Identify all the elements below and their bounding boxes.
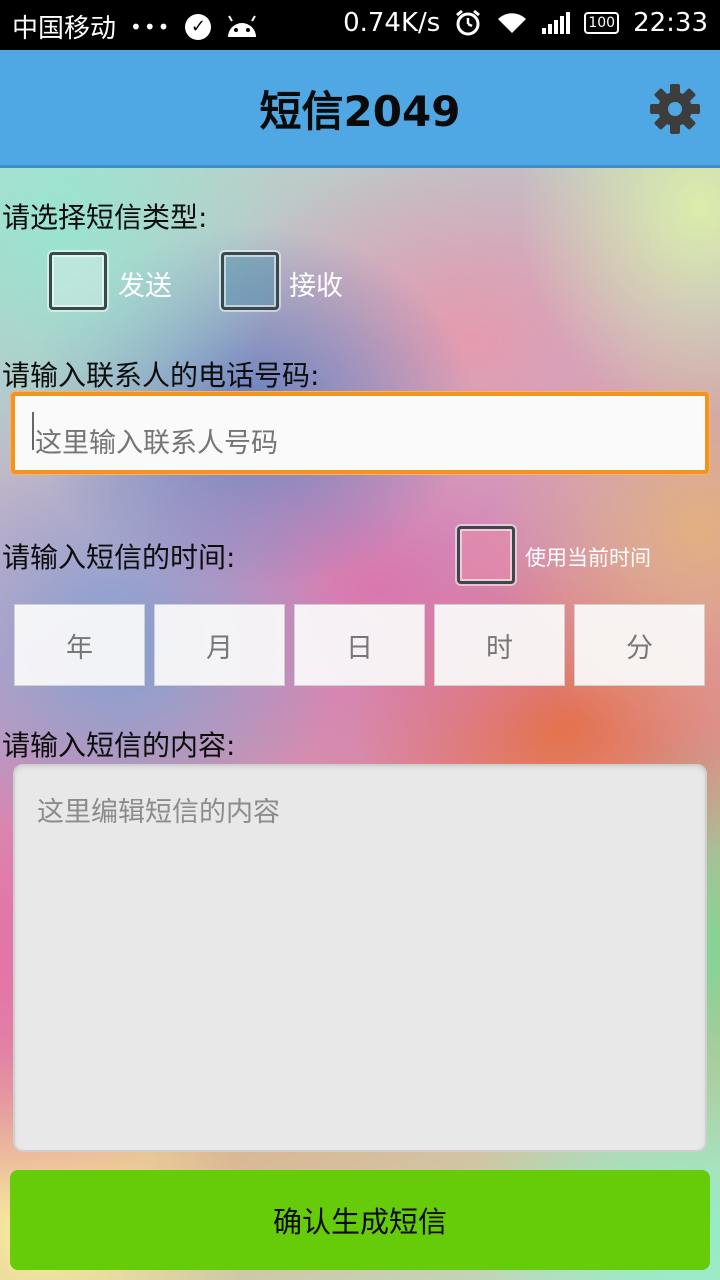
minute-field[interactable]: 分	[574, 604, 705, 686]
receive-label: 接收	[289, 271, 343, 302]
year-field[interactable]: 年	[14, 604, 145, 686]
phone-label: 请输入联系人的电话号码:	[2, 359, 320, 392]
receive-checkbox[interactable]	[221, 252, 279, 310]
gear-icon	[650, 84, 700, 134]
text-cursor	[32, 412, 34, 450]
notification-dots: •••	[130, 14, 172, 39]
phone-input[interactable]	[11, 392, 709, 474]
content-label: 请输入短信的内容:	[2, 729, 236, 762]
carrier-name: 中国移动	[12, 14, 117, 44]
settings-button[interactable]	[648, 82, 702, 136]
network-speed: 0.74K/s	[343, 8, 441, 38]
content-placeholder: 这里编辑短信的内容	[37, 797, 280, 828]
month-field[interactable]: 月	[154, 604, 285, 686]
app-bar: 短信2049	[0, 50, 720, 168]
generate-sms-button[interactable]: 确认生成短信	[10, 1170, 710, 1270]
hour-field[interactable]: 时	[434, 604, 565, 686]
app-title: 短信2049	[259, 87, 461, 136]
alarm-icon	[454, 9, 482, 37]
send-checkbox[interactable]	[49, 252, 107, 310]
generate-sms-label: 确认生成短信	[272, 1205, 447, 1239]
android-icon	[225, 14, 259, 39]
wifi-icon	[496, 11, 528, 35]
use-current-time-checkbox[interactable]	[457, 526, 515, 584]
sms-type-label: 请选择短信类型:	[2, 201, 208, 234]
send-label: 发送	[118, 271, 172, 302]
time-label: 请输入短信的时间:	[2, 541, 236, 574]
battery-icon: 100	[584, 12, 620, 34]
clock: 22:33	[633, 8, 708, 38]
day-field[interactable]: 日	[294, 604, 425, 686]
status-bar: 中国移动 ••• ✓ 0.74K/s 100 22:33	[0, 0, 720, 50]
check-circle-icon: ✓	[185, 13, 212, 40]
form-container: 请选择短信类型: 发送 接收 请输入联系人的电话号码: 请输入短信的时间: 使用…	[0, 168, 720, 1280]
signal-icon	[542, 12, 571, 34]
sms-content-textarea[interactable]: 这里编辑短信的内容	[13, 764, 707, 1152]
use-current-time-label: 使用当前时间	[525, 546, 651, 570]
